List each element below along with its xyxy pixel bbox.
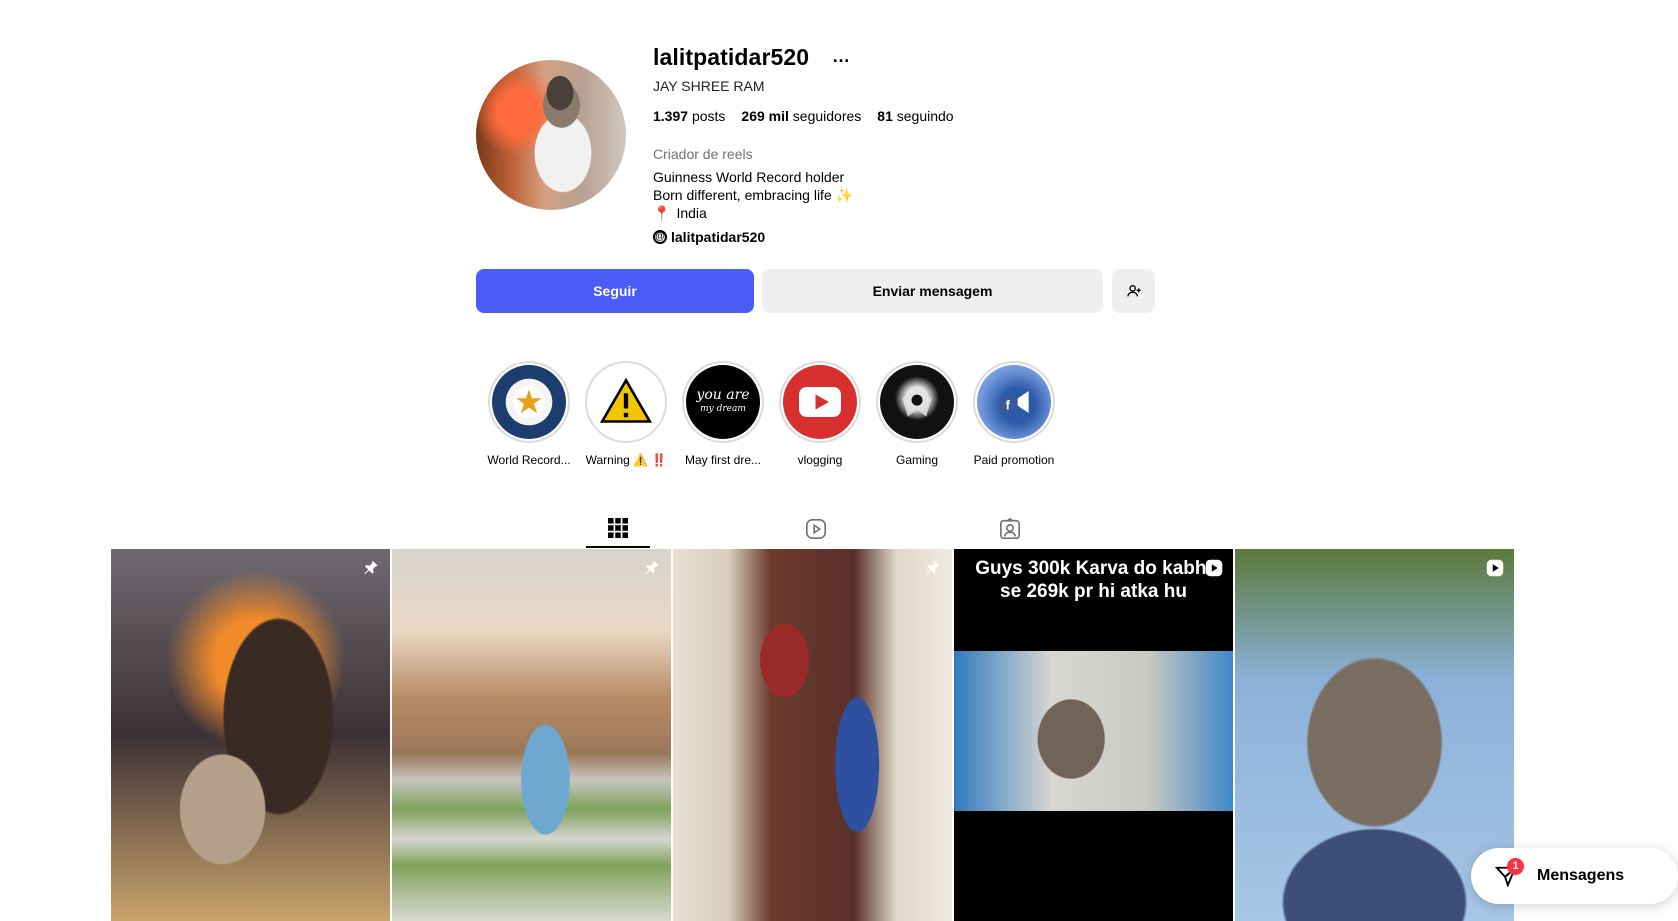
youtube-icon xyxy=(783,365,857,439)
megaphone-icon: f xyxy=(977,365,1051,439)
post-tile[interactable] xyxy=(673,549,952,921)
messages-bar[interactable]: 1 Mensagens xyxy=(1471,848,1678,904)
bio-line: Guinness World Record holder xyxy=(653,169,845,185)
profile-full-name: JAY SHREE RAM xyxy=(653,78,765,94)
tab-tagged[interactable] xyxy=(978,510,1042,548)
highlight-warning[interactable]: Warning ⚠️ ‼️ xyxy=(584,361,668,467)
messages-label: Mensagens xyxy=(1537,867,1625,884)
warning-icon xyxy=(589,365,663,439)
pin-icon xyxy=(362,559,380,577)
person-add-icon xyxy=(1126,285,1141,297)
threads-icon: @ xyxy=(653,230,667,244)
threads-link[interactable]: @ lalitpatidar520 xyxy=(653,229,765,245)
pin-icon xyxy=(924,559,942,577)
unread-badge: 1 xyxy=(1507,858,1524,875)
reel-icon xyxy=(1205,559,1223,577)
profile-category: Criador de reels xyxy=(653,146,753,162)
tagged-icon xyxy=(1000,518,1020,539)
reels-icon xyxy=(806,519,826,539)
send-message-button[interactable]: Enviar mensagem xyxy=(762,269,1103,313)
bio-line: Born different, embracing life ✨ xyxy=(653,187,854,203)
svg-text:f: f xyxy=(1006,397,1011,412)
gaming-logo-icon xyxy=(880,365,954,439)
profile-tabs xyxy=(586,510,1076,548)
pin-icon xyxy=(643,559,661,577)
pin-icon: 📍 xyxy=(653,205,671,221)
post-tile[interactable] xyxy=(111,549,390,921)
post-caption: Guys 300k Karva do kabhi se 269k pr hi a… xyxy=(975,558,1212,602)
follow-button[interactable]: Seguir xyxy=(476,269,754,313)
story-highlights: World Record... Warning ⚠️ ‼️ you are my… xyxy=(487,361,1056,467)
tab-reels[interactable] xyxy=(784,510,848,548)
grid-icon xyxy=(608,518,628,538)
following-count[interactable]: 81 seguindo xyxy=(877,108,953,124)
tab-posts[interactable] xyxy=(586,510,650,548)
reel-icon xyxy=(1486,559,1504,577)
suggest-user-button[interactable] xyxy=(1112,269,1155,313)
post-tile[interactable] xyxy=(392,549,671,921)
posts-count: 1.397 posts xyxy=(653,108,726,124)
highlight-may-first-dream[interactable]: you are my dream May first dre... xyxy=(681,361,765,467)
post-video-frame xyxy=(954,651,1233,811)
more-options-icon[interactable]: … xyxy=(832,46,850,67)
highlight-vlogging[interactable]: vlogging xyxy=(778,361,862,467)
guinness-logo-icon xyxy=(492,365,566,439)
followers-count[interactable]: 269 mil seguidores xyxy=(741,108,861,124)
you-are-my-dream-image: you are my dream xyxy=(686,365,760,439)
profile-avatar[interactable] xyxy=(476,60,626,210)
profile-username: lalitpatidar520 xyxy=(653,44,810,70)
highlight-world-record[interactable]: World Record... xyxy=(487,361,571,467)
profile-bio: Guinness World Record holder Born differ… xyxy=(653,168,853,222)
profile-stats: 1.397 posts 269 mil seguidores 81 seguin… xyxy=(653,108,954,124)
highlight-paid-promotion[interactable]: f Paid promotion xyxy=(972,361,1056,467)
highlight-gaming[interactable]: Gaming xyxy=(875,361,959,467)
posts-grid: Guys 300k Karva do kabhi se 269k pr hi a… xyxy=(111,549,1514,921)
post-tile[interactable]: Guys 300k Karva do kabhi se 269k pr hi a… xyxy=(954,549,1233,921)
threads-handle: lalitpatidar520 xyxy=(671,229,766,245)
bio-location: 📍 India xyxy=(653,205,707,221)
